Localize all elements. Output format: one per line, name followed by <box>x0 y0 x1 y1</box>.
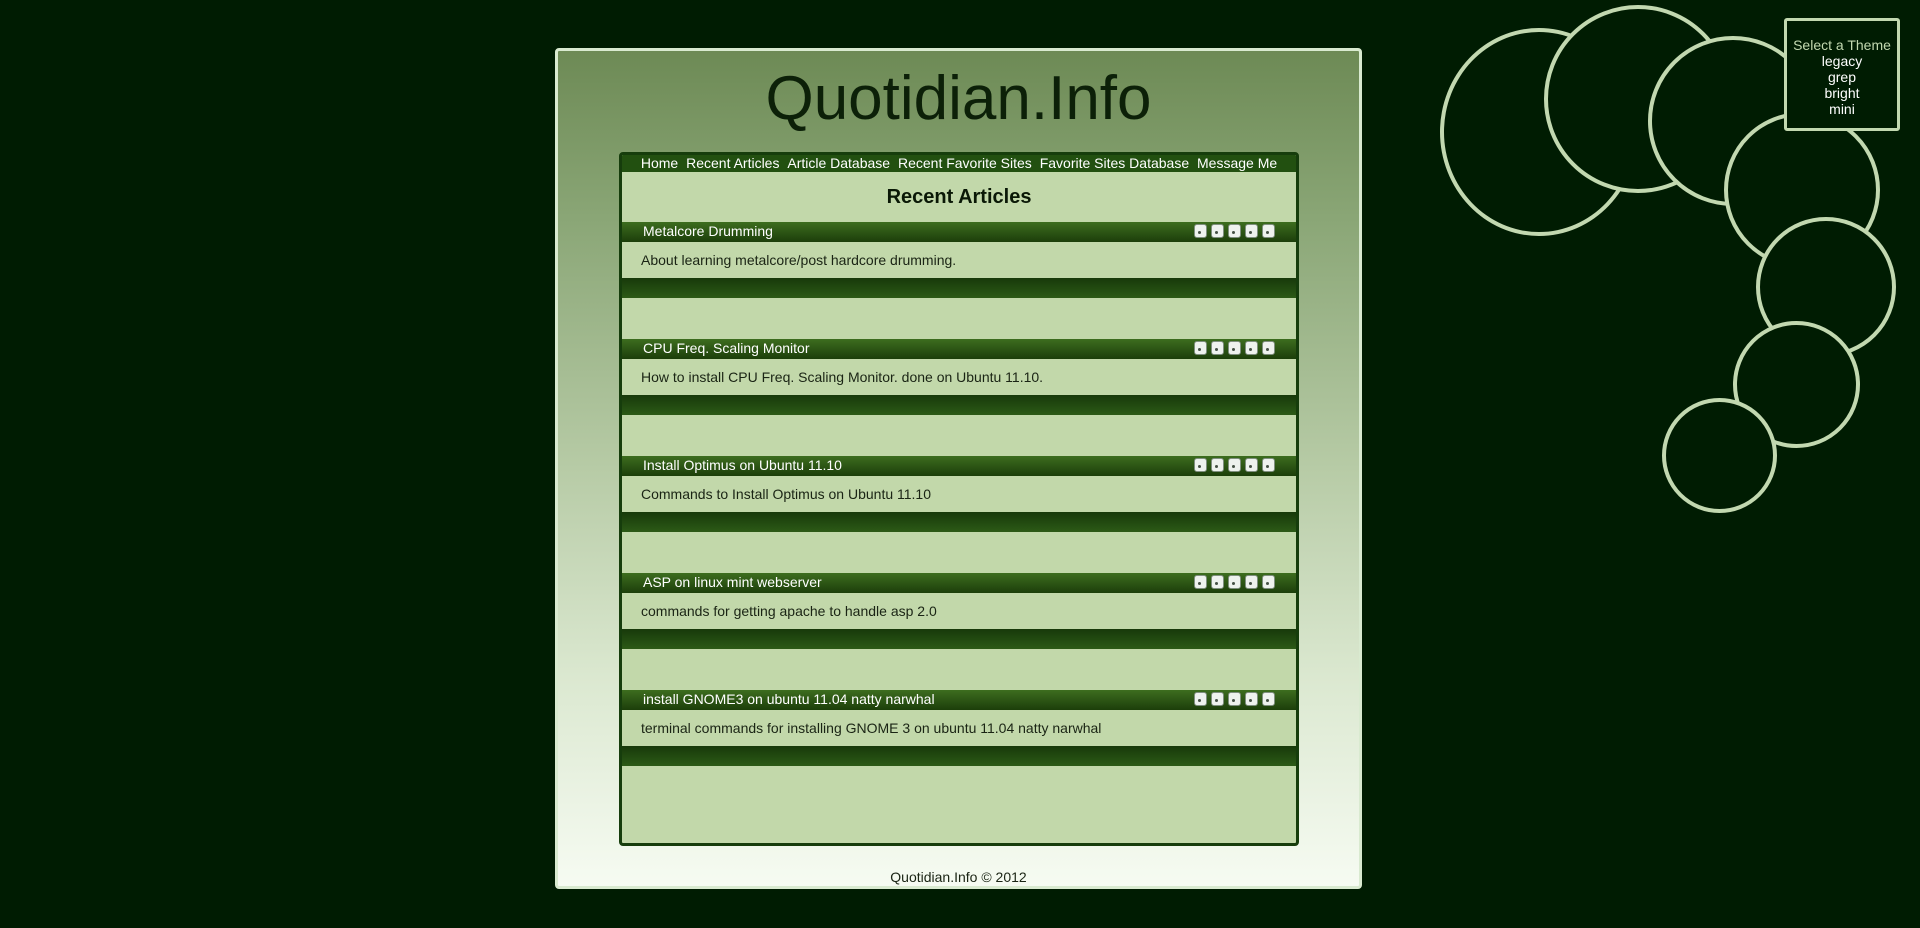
rating-star-icon[interactable] <box>1194 341 1207 355</box>
footer-copyright: Quotidian.Info © 2012 <box>890 869 1027 885</box>
theme-option-grep[interactable]: grep <box>1787 69 1897 85</box>
rating-star-icon[interactable] <box>1211 575 1224 589</box>
decorative-circle <box>1724 112 1880 268</box>
rating-stars <box>1194 458 1275 472</box>
decorative-circle <box>1662 398 1777 513</box>
rating-star-icon[interactable] <box>1262 575 1275 589</box>
article-separator <box>622 395 1296 415</box>
nav-item-message-me[interactable]: Message Me <box>1197 155 1277 171</box>
rating-star-icon[interactable] <box>1211 458 1224 472</box>
article-header: CPU Freq. Scaling Monitor <box>622 339 1296 359</box>
theme-option-bright[interactable]: bright <box>1787 85 1897 101</box>
rating-star-icon[interactable] <box>1228 341 1241 355</box>
nav-item-recent-favorite-sites[interactable]: Recent Favorite Sites <box>898 155 1032 171</box>
rating-star-icon[interactable] <box>1228 692 1241 706</box>
rating-star-icon[interactable] <box>1194 575 1207 589</box>
rating-star-icon[interactable] <box>1262 692 1275 706</box>
article-title-link[interactable]: Install Optimus on Ubuntu 11.10 <box>643 456 842 474</box>
decorative-circle <box>1733 321 1860 448</box>
rating-star-icon[interactable] <box>1262 458 1275 472</box>
rating-star-icon[interactable] <box>1194 224 1207 238</box>
rating-stars <box>1194 341 1275 355</box>
rating-stars <box>1194 224 1275 238</box>
page-container: Quotidian.Info Home Recent Articles Arti… <box>555 48 1362 889</box>
rating-star-icon[interactable] <box>1211 224 1224 238</box>
article-header: install GNOME3 on ubuntu 11.04 natty nar… <box>622 690 1296 710</box>
rating-stars <box>1194 692 1275 706</box>
site-title: Quotidian.Info <box>765 64 1152 133</box>
article-header: ASP on linux mint webserver <box>622 573 1296 593</box>
rating-star-icon[interactable] <box>1262 224 1275 238</box>
rating-stars <box>1194 575 1275 589</box>
theme-option-legacy[interactable]: legacy <box>1787 53 1897 69</box>
rating-star-icon[interactable] <box>1211 341 1224 355</box>
article-title-link[interactable]: install GNOME3 on ubuntu 11.04 natty nar… <box>643 690 935 708</box>
article-separator <box>622 278 1296 298</box>
article-separator <box>622 629 1296 649</box>
rating-star-icon[interactable] <box>1245 458 1258 472</box>
rating-star-icon[interactable] <box>1194 692 1207 706</box>
theme-selector: Select a Theme legacy grep bright mini <box>1784 18 1900 131</box>
nav-item-home[interactable]: Home <box>641 155 678 171</box>
article-header: Install Optimus on Ubuntu 11.10 <box>622 456 1296 476</box>
article-item: CPU Freq. Scaling Monitor How to install… <box>622 339 1296 456</box>
rating-star-icon[interactable] <box>1228 224 1241 238</box>
article-item: install GNOME3 on ubuntu 11.04 natty nar… <box>622 690 1296 807</box>
rating-star-icon[interactable] <box>1194 458 1207 472</box>
nav-item-article-database[interactable]: Article Database <box>787 155 890 171</box>
article-spacer <box>622 298 1296 339</box>
article-description: About learning metalcore/post hardcore d… <box>641 252 957 268</box>
article-separator <box>622 512 1296 532</box>
decorative-circle <box>1440 28 1638 236</box>
rating-star-icon[interactable] <box>1262 341 1275 355</box>
rating-star-icon[interactable] <box>1245 224 1258 238</box>
article-description: How to install CPU Freq. Scaling Monitor… <box>641 369 1044 385</box>
rating-star-icon[interactable] <box>1245 341 1258 355</box>
article-item: Install Optimus on Ubuntu 11.10 Commands… <box>622 456 1296 573</box>
decorative-circle <box>1544 5 1732 193</box>
content-panel: Home Recent Articles Article Database Re… <box>619 152 1299 846</box>
article-item: Metalcore Drumming About learning metalc… <box>622 222 1296 339</box>
rating-star-icon[interactable] <box>1245 575 1258 589</box>
article-spacer <box>622 766 1296 807</box>
article-item: ASP on linux mint webserver commands for… <box>622 573 1296 690</box>
rating-star-icon[interactable] <box>1228 575 1241 589</box>
article-spacer <box>622 415 1296 456</box>
article-spacer <box>622 649 1296 690</box>
article-header: Metalcore Drumming <box>622 222 1296 242</box>
nav-bar: Home Recent Articles Article Database Re… <box>622 155 1296 172</box>
rating-star-icon[interactable] <box>1245 692 1258 706</box>
article-spacer <box>622 532 1296 573</box>
article-description: terminal commands for installing GNOME 3… <box>641 720 1102 736</box>
article-title-link[interactable]: ASP on linux mint webserver <box>643 573 822 591</box>
rating-star-icon[interactable] <box>1211 692 1224 706</box>
article-description: Commands to Install Optimus on Ubuntu 11… <box>641 486 932 502</box>
article-separator <box>622 746 1296 766</box>
theme-option-mini[interactable]: mini <box>1787 101 1897 117</box>
rating-star-icon[interactable] <box>1228 458 1241 472</box>
theme-selector-title: Select a Theme <box>1793 37 1891 53</box>
article-title-link[interactable]: Metalcore Drumming <box>643 222 773 240</box>
section-title: Recent Articles <box>886 186 1032 208</box>
article-description: commands for getting apache to handle as… <box>641 603 937 619</box>
article-title-link[interactable]: CPU Freq. Scaling Monitor <box>643 339 810 357</box>
nav-item-recent-articles[interactable]: Recent Articles <box>686 155 779 171</box>
decorative-circle <box>1756 217 1896 357</box>
nav-item-favorite-sites-database[interactable]: Favorite Sites Database <box>1040 155 1189 171</box>
